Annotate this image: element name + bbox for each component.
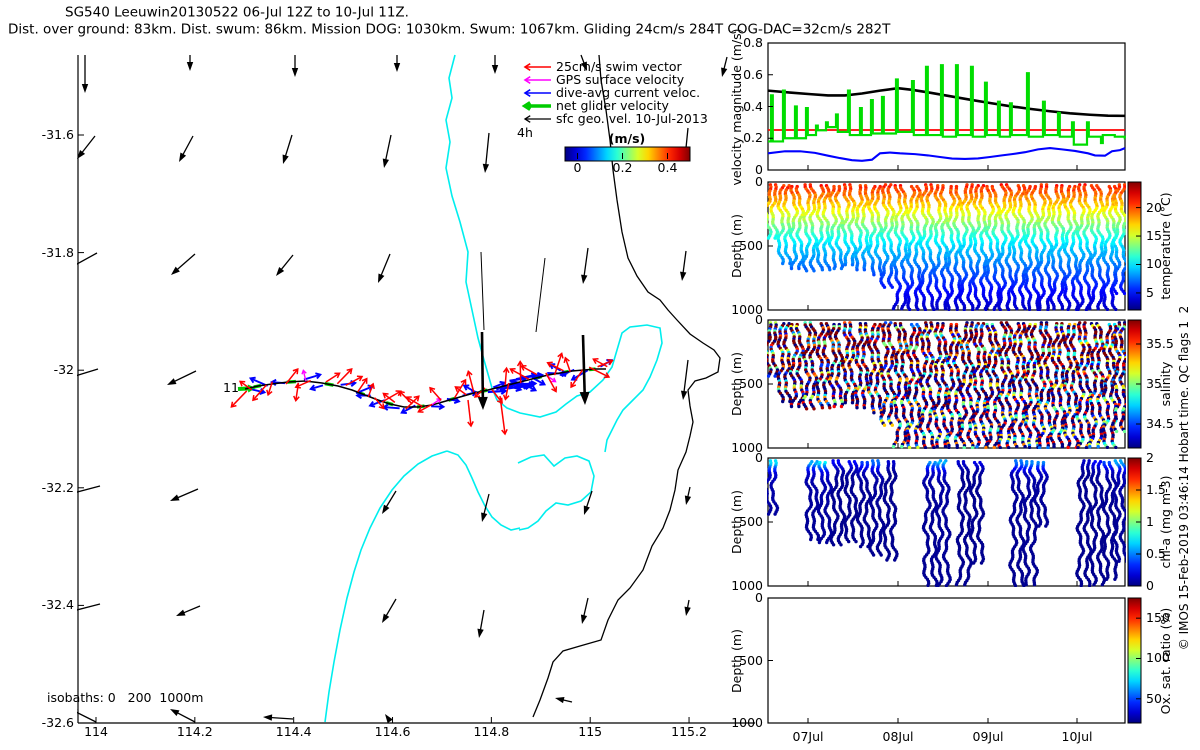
- oxygen-colorbar: [1127, 597, 1142, 724]
- date-tick-label: 09Jul: [972, 728, 1004, 744]
- date-tick-label: 08Jul: [882, 728, 914, 744]
- map-xtick-label: 114.8: [473, 723, 510, 739]
- map-ytick-label: -31.8: [41, 244, 74, 260]
- chl-cbar-tick: 2: [1146, 449, 1154, 465]
- salinity-colorbar: [1127, 319, 1142, 449]
- chl-cbar-tick: 1: [1146, 513, 1154, 529]
- copyright-note: © IMOS 15-Feb-2019 03:46:14 Hobart time.…: [1177, 305, 1191, 651]
- legend-item-label: sfc geo. vel. 10-Jul-2013: [556, 110, 708, 126]
- chl-colorbar: [1127, 457, 1142, 587]
- map-xtick-label: 114.4: [275, 723, 312, 739]
- oxygen-ytick-label: 1000: [731, 714, 763, 730]
- oxygen-cbar-label: Ox. sat. ratio (%): [1157, 607, 1173, 714]
- salinity-ylabel: Depth (m): [728, 352, 744, 416]
- chl-scatter: [767, 459, 1126, 587]
- temperature-panel: [767, 181, 1126, 311]
- map-colorbar-tick: 0.4: [657, 159, 678, 175]
- map-colorbar-tick: 0: [573, 159, 582, 175]
- velocity-ytick-label: 0.4: [743, 98, 763, 114]
- legend-duration-note: 4h: [517, 124, 533, 140]
- isobaths-note: isobaths: 0 200 1000m: [47, 689, 204, 705]
- salinity-cbar-tick: 34.5: [1146, 415, 1174, 431]
- velocity-ytick-label: 0.2: [743, 130, 763, 145]
- chl-cbar-tick: 0: [1146, 577, 1154, 593]
- salinity-scatter: [767, 321, 1126, 449]
- salinity-cbar-tick: 35.5: [1146, 335, 1174, 351]
- map-colorbar-title: (m/s): [608, 130, 646, 146]
- velocity-ytick-label: 0.6: [743, 66, 763, 82]
- map-ytick-label: -32.6: [41, 714, 74, 730]
- chl-panel: [767, 457, 1126, 587]
- chl-ylabel: Depth (m): [728, 490, 744, 554]
- velocity-ytick-label: 0.8: [743, 34, 763, 50]
- date-tick-label: 10Jul: [1061, 728, 1093, 744]
- figure-root: SG540 Leeuwin20130522 06-Jul 12Z to 10-J…: [0, 0, 1200, 750]
- map-xtick-label: 115: [578, 723, 603, 739]
- map-xtick-label: 114: [84, 723, 108, 739]
- temperature-colorbar: [1127, 181, 1142, 311]
- temperature-scatter: [767, 183, 1126, 311]
- oxygen-ylabel: Depth (m): [728, 628, 744, 693]
- chl-cbar-label: chl-a (mg m-3): [1157, 475, 1173, 569]
- temperature-ytick-label: 0: [755, 173, 763, 189]
- oxygen-ytick-label: 0: [755, 589, 763, 605]
- map-xtick-label: 114.2: [176, 723, 213, 739]
- map-ytick-label: -31.6: [41, 126, 74, 142]
- oxygen-panel: [767, 597, 1126, 724]
- salinity-cbar-label: salinity: [1157, 361, 1173, 407]
- temperature-ylabel: Depth (m): [728, 214, 744, 278]
- map-ytick-label: -32: [53, 361, 74, 377]
- figure-title: SG540 Leeuwin20130522 06-Jul 12Z to 10-J…: [65, 4, 409, 21]
- map-ytick-label: -32.2: [41, 479, 74, 495]
- velocity-panel: [767, 42, 1126, 171]
- glider-track: [230, 352, 614, 436]
- map-xtick-label: 114.6: [374, 723, 411, 739]
- velocity-ylabel: velocity magnitude (m/s): [728, 27, 744, 186]
- track-start-label: 11: [223, 379, 239, 395]
- temperature-cbar-label: temperature (°C): [1157, 192, 1173, 300]
- map-colorbar-tick: 0.2: [612, 159, 633, 175]
- temperature-cbar-tick: 5: [1146, 284, 1154, 300]
- date-tick-label: 07Jul: [792, 728, 824, 744]
- salinity-ytick-label: 0: [755, 311, 763, 327]
- salinity-panel: [767, 319, 1126, 449]
- map-ytick-label: -32.4: [41, 597, 74, 613]
- map-xtick-label: 115.2: [671, 723, 707, 739]
- chl-ytick-label: 0: [755, 449, 763, 465]
